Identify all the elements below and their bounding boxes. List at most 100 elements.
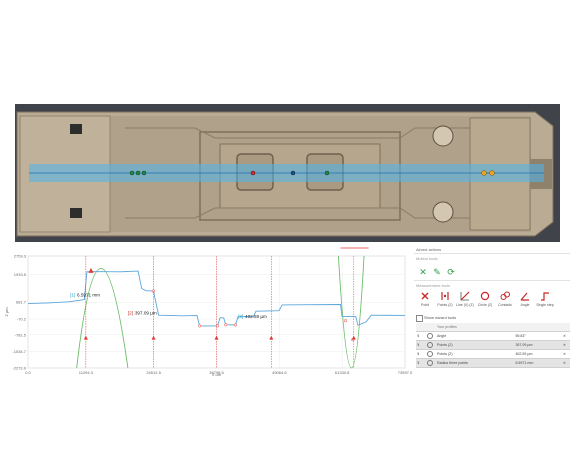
annotation-value: 402.59 µm bbox=[245, 314, 267, 319]
row-status-icon bbox=[426, 340, 436, 350]
row-status-icon bbox=[426, 349, 436, 359]
row-name: Points (Z) bbox=[436, 340, 515, 350]
angle-icon bbox=[520, 292, 529, 301]
tool-label: Points (Z) bbox=[437, 303, 453, 307]
tool-angle[interactable]: Angle bbox=[516, 291, 534, 313]
point-icon bbox=[421, 292, 429, 300]
table-row[interactable]: ⊻ Radius three points 6.5971 mm ✕ bbox=[416, 358, 570, 368]
sample-point bbox=[135, 170, 141, 176]
sample-point bbox=[290, 170, 296, 176]
profile-point bbox=[198, 324, 202, 328]
x-tick-label: 49064.6 bbox=[272, 370, 287, 375]
row-value: 397.09 µm bbox=[514, 340, 562, 350]
y-tick-label: -70.2 bbox=[17, 316, 27, 321]
x-tick-label: 0.0 bbox=[25, 370, 31, 375]
delete-icon[interactable]: ✕ bbox=[562, 349, 570, 359]
section-label: Measurement tools bbox=[416, 283, 451, 288]
header-label: Your profiles bbox=[436, 323, 515, 332]
sample-point bbox=[250, 170, 256, 176]
tool-label: Contacts bbox=[498, 303, 512, 307]
screw-hole-top bbox=[432, 125, 454, 147]
row-value: 6.5971 mm bbox=[514, 358, 562, 368]
x-tick-label: 73597.0 bbox=[398, 370, 412, 375]
table-header: Your profiles bbox=[416, 323, 570, 332]
cross-icon[interactable]: ✕ bbox=[418, 267, 428, 277]
annotation-value: 6.5971 mm bbox=[77, 292, 100, 297]
sample-point bbox=[324, 170, 330, 176]
y-axis-label: Z µm bbox=[4, 307, 9, 317]
y-tick-label: -781.5 bbox=[15, 332, 27, 337]
row-value: 59.83° bbox=[514, 331, 562, 341]
tool-single-step[interactable]: Single step bbox=[536, 291, 554, 313]
y-tick-label: 1933.5 bbox=[14, 272, 27, 277]
panel-title: Aimed actions bbox=[416, 247, 442, 252]
visibility-icon[interactable]: ⊻ bbox=[416, 340, 426, 350]
profile-point bbox=[344, 319, 348, 323]
tool-points-z[interactable]: Points (Z) bbox=[436, 291, 454, 313]
visibility-icon[interactable]: ⊻ bbox=[416, 331, 426, 341]
row-value: 402.59 µm bbox=[514, 349, 562, 359]
delete-icon[interactable]: ✕ bbox=[562, 340, 570, 350]
circle-icon bbox=[480, 291, 490, 301]
tool-circle[interactable]: Circle (Z) bbox=[476, 291, 494, 313]
sample-point bbox=[481, 170, 487, 176]
delete-icon[interactable]: ✕ bbox=[562, 331, 570, 341]
annotation-id: [1] bbox=[70, 292, 75, 297]
line-icon bbox=[460, 291, 470, 301]
divider bbox=[414, 253, 570, 254]
table-row[interactable]: ⊻ Points (Z) 397.09 µm ✕ bbox=[416, 340, 570, 350]
panel-subtitle: Motion tools bbox=[416, 256, 438, 261]
step-icon bbox=[541, 292, 549, 301]
divider bbox=[414, 280, 570, 281]
row-status-icon bbox=[426, 331, 436, 341]
x-axis-label: X µm bbox=[212, 372, 222, 376]
x-tick-label: 11294.3 bbox=[79, 370, 94, 375]
header-spacer bbox=[562, 323, 570, 332]
tool-label: Point bbox=[421, 303, 429, 307]
x-tick-label: 61330.8 bbox=[335, 370, 350, 375]
visibility-icon[interactable]: ⊻ bbox=[416, 349, 426, 359]
refresh-icon[interactable]: ⟳ bbox=[446, 267, 456, 277]
y-tick-label: -1534.7 bbox=[12, 349, 26, 354]
row-name: Radius three points bbox=[436, 358, 515, 368]
pencil-icon[interactable]: ✎ bbox=[432, 267, 442, 277]
row-name: Points (Z) bbox=[436, 349, 515, 359]
microscope-image[interactable] bbox=[15, 104, 560, 242]
row-name: Angle bbox=[436, 331, 515, 341]
header-spacer bbox=[514, 323, 562, 332]
sample-point bbox=[489, 170, 495, 176]
visibility-icon[interactable]: ⊻ bbox=[416, 358, 426, 368]
tool-label: Line (X) (Z) bbox=[456, 303, 474, 307]
left-slot-bottom bbox=[70, 208, 82, 218]
delete-icon[interactable]: ✕ bbox=[562, 358, 570, 368]
tool-label: Single step bbox=[536, 303, 554, 307]
annotation-id: [3] bbox=[238, 314, 243, 319]
measurement-table: Your profiles ⊻ Angle 59.83° ✕ ⊻ Points … bbox=[416, 323, 570, 368]
tool-line[interactable]: Line (X) (Z) bbox=[456, 291, 474, 313]
header-spacer bbox=[426, 323, 436, 332]
tool-label: Angle bbox=[520, 303, 530, 307]
table-row[interactable]: ⊻ Points (Z) 402.59 µm ✕ bbox=[416, 349, 570, 359]
screw-hole-bottom bbox=[432, 201, 454, 223]
annotation-id: [2] bbox=[128, 311, 133, 316]
points-icon bbox=[441, 292, 449, 300]
contacts-icon bbox=[500, 291, 510, 300]
row-status-icon bbox=[426, 358, 436, 368]
header-spacer bbox=[416, 323, 426, 332]
y-tick-label: 681.7 bbox=[16, 300, 27, 305]
sample-point bbox=[141, 170, 147, 176]
table-row[interactable]: ⊻ Angle 59.83° ✕ bbox=[416, 331, 570, 341]
sample-point bbox=[129, 170, 135, 176]
profile-point bbox=[233, 323, 238, 327]
x-tick-label: 24512.5 bbox=[146, 370, 161, 375]
top-whitespace bbox=[0, 0, 574, 104]
tool-label: Circle (Z) bbox=[477, 303, 493, 307]
show-wizard-checkbox[interactable] bbox=[416, 315, 423, 322]
tool-contacts[interactable]: Contacts bbox=[496, 291, 514, 313]
annotation-value: 397.09 µm bbox=[135, 311, 157, 316]
tool-point[interactable]: Point bbox=[416, 291, 434, 313]
tool-panel: Aimed actions Motion tools ✕ ✎ ⟳ Measure… bbox=[414, 247, 574, 382]
left-slot-top bbox=[70, 124, 82, 134]
profile-chart[interactable]: 2759.31933.5681.7-70.2-781.5-1534.7-2273… bbox=[0, 242, 412, 376]
profile-point bbox=[224, 323, 228, 327]
